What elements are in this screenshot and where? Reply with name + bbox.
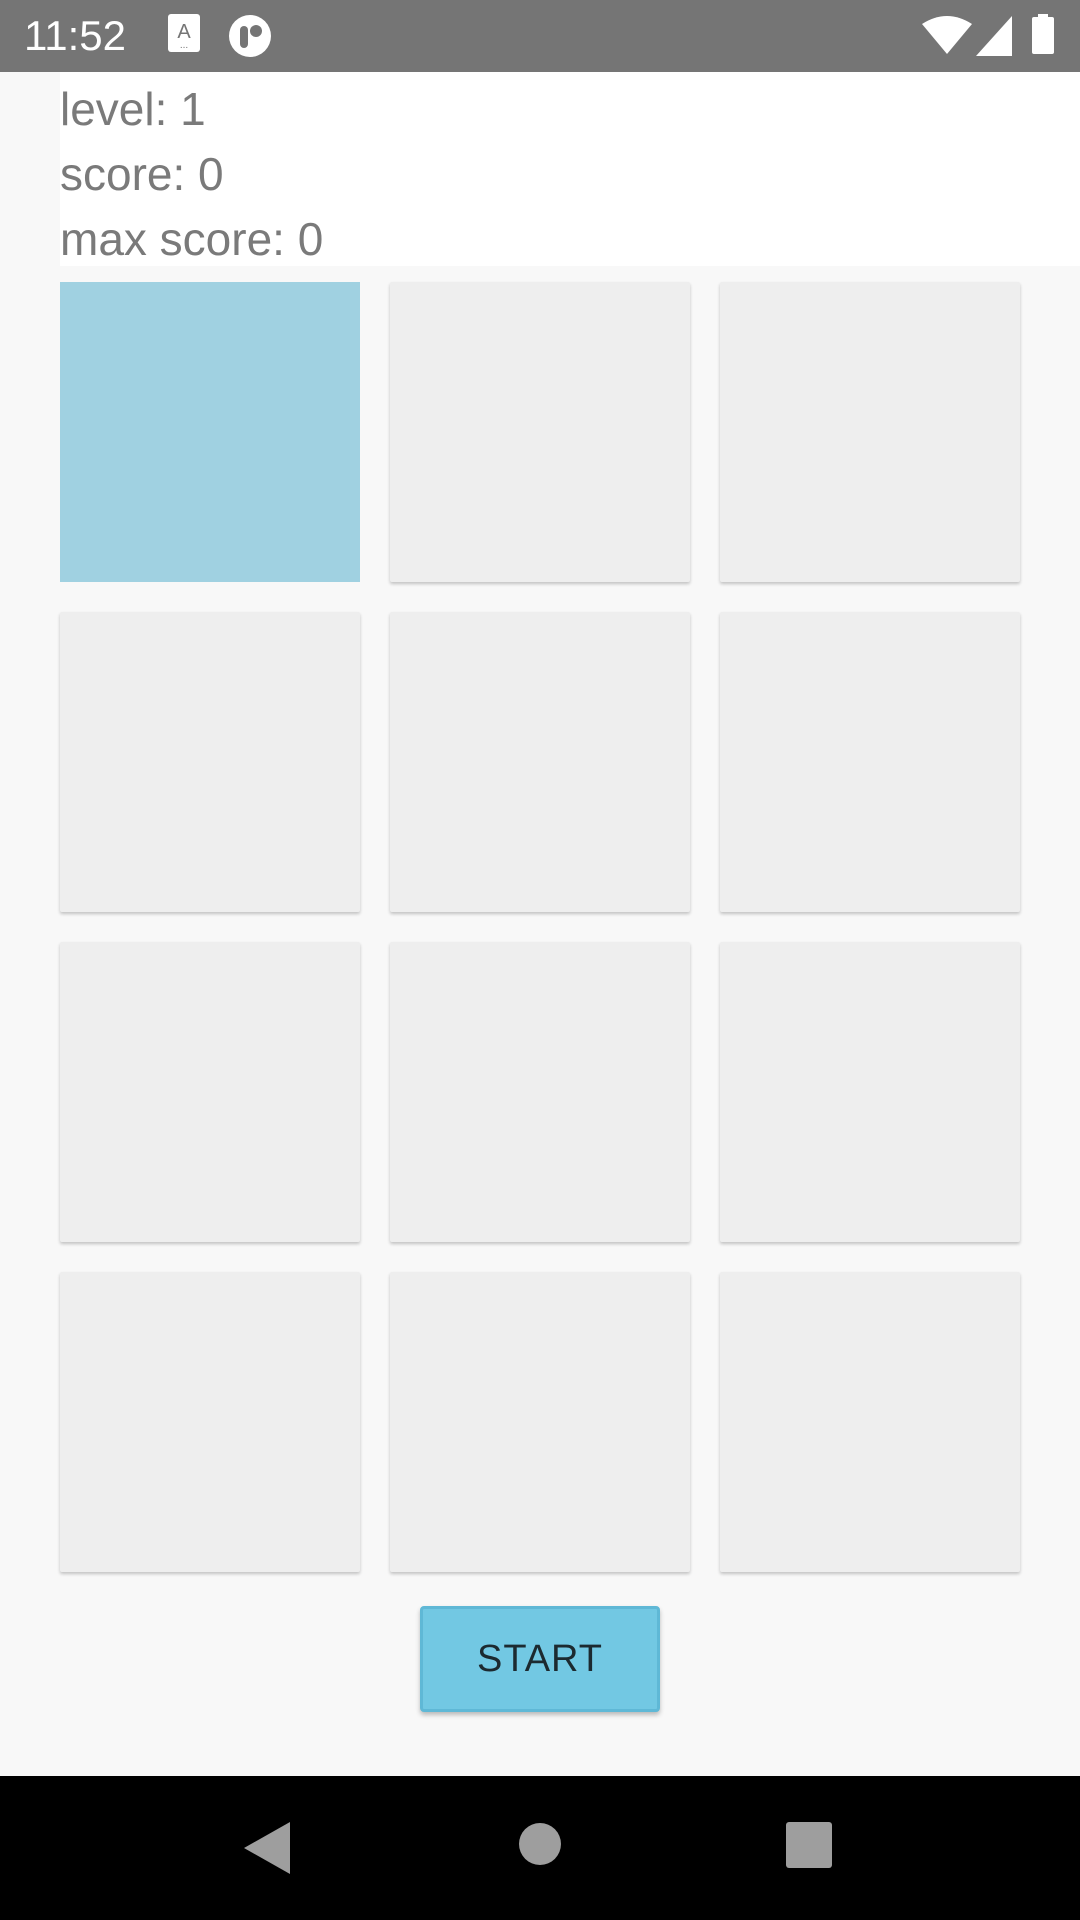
tile-1-3[interactable]	[720, 282, 1020, 582]
notification-a-icon: A ...	[168, 14, 200, 52]
start-button[interactable]: START	[420, 1606, 660, 1712]
signal-icon	[976, 16, 1012, 56]
navigation-bar	[0, 1776, 1080, 1920]
tile-2-3[interactable]	[720, 612, 1020, 912]
tile-1-2[interactable]	[390, 282, 690, 582]
tile-1-1[interactable]	[60, 282, 360, 582]
tile-3-3[interactable]	[720, 942, 1020, 1242]
tile-4-3[interactable]	[720, 1272, 1020, 1572]
svg-text:...: ...	[180, 40, 188, 51]
max-score-label: max score: 0	[60, 213, 324, 265]
level-label: level: 1	[60, 83, 206, 135]
back-icon[interactable]	[244, 1822, 290, 1874]
tile-4-1[interactable]	[60, 1272, 360, 1572]
tile-4-2[interactable]	[390, 1272, 690, 1572]
status-bar: 11:52 A ...	[0, 0, 1080, 72]
score-label: score: 0	[60, 148, 224, 200]
recents-icon[interactable]	[786, 1822, 832, 1868]
wifi-icon	[922, 16, 972, 54]
battery-icon	[1032, 14, 1054, 54]
info-panel: level: 1 score: 0 max score: 0	[60, 72, 1080, 266]
tile-3-2[interactable]	[390, 942, 690, 1242]
tile-3-1[interactable]	[60, 942, 360, 1242]
status-time: 11:52	[24, 12, 126, 59]
tile-2-1[interactable]	[60, 612, 360, 912]
home-icon[interactable]	[518, 1822, 562, 1866]
notification-circle-icon	[229, 15, 271, 57]
tile-2-2[interactable]	[390, 612, 690, 912]
